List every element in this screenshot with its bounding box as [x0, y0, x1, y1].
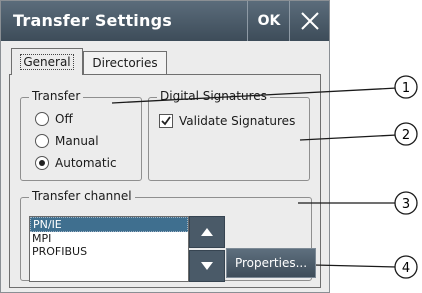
callout-annotations: 1 2 3 4: [111, 75, 418, 279]
callout-1-number: 1: [402, 81, 410, 96]
callout-2-number: 2: [402, 128, 410, 143]
callout-2: 2: [299, 122, 418, 146]
callout-4: 4: [313, 255, 418, 279]
callout-4-number: 4: [402, 261, 410, 276]
tab-general[interactable]: General: [11, 48, 83, 75]
properties-button[interactable]: Properties...: [226, 248, 316, 278]
callout-3: 3: [298, 191, 418, 215]
callout-1: 1: [111, 75, 418, 104]
callout-3-number: 3: [402, 197, 410, 212]
tab-general-label: General: [20, 54, 74, 70]
